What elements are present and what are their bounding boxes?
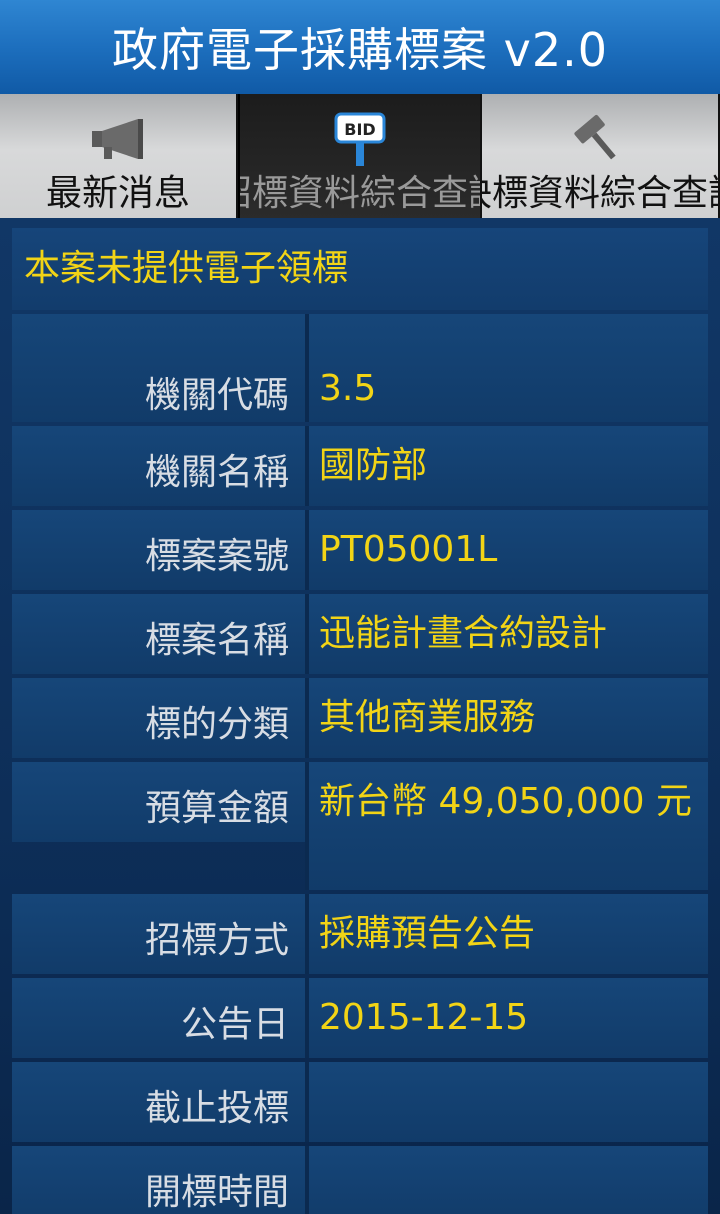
row-label-case-name: 標案名稱	[12, 594, 305, 674]
table-row: 招標方式 採購預告公告	[12, 894, 708, 974]
row-value-agency-code: 3.5	[309, 314, 708, 422]
row-value-case-name: 迅能計畫合約設計	[309, 594, 708, 674]
row-value-tender-method: 採購預告公告	[309, 894, 708, 974]
table-row: 機關名稱 國防部	[12, 426, 708, 506]
detail-table: 機關代碼 3.5 機關名稱 國防部 標案案號 PT05001L 標案名稱 迅能計…	[12, 314, 708, 1214]
megaphone-icon	[83, 110, 153, 170]
bid-sign-icon: BID	[325, 110, 395, 170]
row-value-agency-name: 國防部	[309, 426, 708, 506]
row-value-announce-date: 2015-12-15	[309, 978, 708, 1058]
tab-label: 最新消息	[45, 173, 190, 214]
row-label-opening-time: 開標時間	[12, 1146, 305, 1214]
table-row: 標案案號 PT05001L	[12, 510, 708, 590]
row-label-tender-method: 招標方式	[12, 894, 305, 974]
table-row: 機關代碼 3.5	[12, 314, 708, 422]
row-label-announce-date: 公告日	[12, 978, 305, 1058]
tab-label: 決標資料綜合查詢	[482, 173, 718, 214]
row-label-bid-deadline: 截止投標	[12, 1062, 305, 1142]
row-label-budget: 預算金額	[12, 762, 305, 842]
tab-latest-news[interactable]: 最新消息	[0, 94, 238, 218]
tab-award-search[interactable]: 決標資料綜合查詢	[482, 94, 720, 218]
tender-detail-panel: 本案未提供電子領標 機關代碼 3.5 機關名稱 國防部 標案案號 PT05001…	[0, 218, 720, 1214]
app-title: 政府電子採購標案 v2.0	[112, 23, 608, 77]
table-row: 標案名稱 迅能計畫合約設計	[12, 594, 708, 674]
row-value-budget: 新台幣 49,050,000 元	[309, 762, 708, 890]
app-title-bar: 政府電子採購標案 v2.0	[0, 0, 720, 94]
bid-icon-text: BID	[344, 120, 375, 139]
tab-label: 招標資料綜合查詢	[240, 173, 480, 214]
row-label-agency-name: 機關名稱	[12, 426, 305, 506]
table-row: 截止投標	[12, 1062, 708, 1142]
row-value-category: 其他商業服務	[309, 678, 708, 758]
table-row: 標的分類 其他商業服務	[12, 678, 708, 758]
gavel-icon	[565, 110, 635, 170]
row-label-agency-code: 機關代碼	[12, 314, 305, 422]
row-label-case-number: 標案案號	[12, 510, 305, 590]
row-value-opening-time	[309, 1146, 708, 1214]
row-value-case-number: PT05001L	[309, 510, 708, 590]
table-row: 開標時間	[12, 1146, 708, 1214]
row-value-bid-deadline	[309, 1062, 708, 1142]
table-row: 預算金額 新台幣 49,050,000 元	[12, 762, 708, 890]
tab-tender-search[interactable]: BID 招標資料綜合查詢	[238, 94, 482, 218]
tab-bar: 最新消息 BID 招標資料綜合查詢 決標資料綜合查詢	[0, 94, 720, 218]
row-label-category: 標的分類	[12, 678, 305, 758]
table-row: 公告日 2015-12-15	[12, 978, 708, 1058]
electronic-tender-notice: 本案未提供電子領標	[12, 228, 708, 310]
